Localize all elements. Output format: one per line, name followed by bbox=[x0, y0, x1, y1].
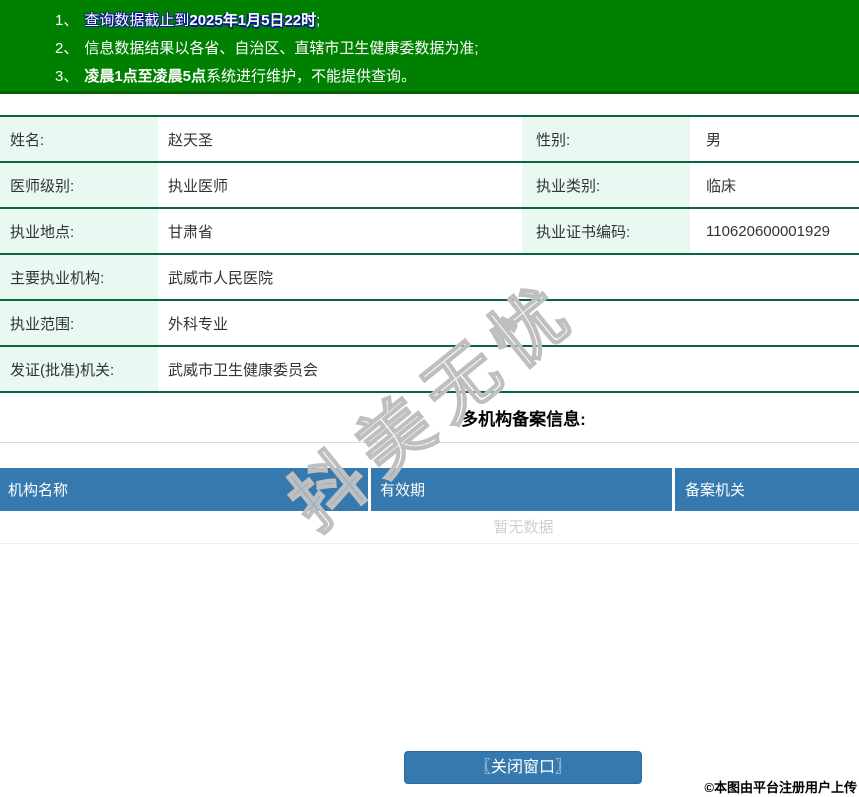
table-row-level-category: 医师级别: 执业医师 执业类别: 临床 bbox=[0, 163, 859, 209]
multi-institution-section-header: 多机构备案信息: bbox=[0, 393, 859, 443]
table-row-main-institution: 主要执业机构: 武威市人民医院 bbox=[0, 255, 859, 301]
field-label-gender: 性别: bbox=[522, 117, 690, 161]
notice-text: 信息数据结果以各省、自治区、直辖市卫生健康委数据为准; bbox=[84, 40, 479, 57]
field-value-main-institution: 武威市人民医院 bbox=[168, 269, 274, 287]
column-header-institution-name: 机构名称 bbox=[0, 468, 368, 511]
notice-text-tail: 系统进行维护，不能提供查询。 bbox=[206, 68, 417, 85]
table-row-name-gender: 姓名: 赵天圣 性别: 男 bbox=[0, 117, 859, 163]
field-value-name: 赵天圣 bbox=[168, 131, 214, 149]
copyright-stamp: ©本图由平台注册用户上传 bbox=[704, 780, 857, 795]
notice-cutoff-date: 2025年1月5日22时 bbox=[189, 12, 317, 29]
page-content: 1、 查询数据截止到2025年1月5日22时; 2、 信息数据结果以各省、自治区、直… bbox=[0, 0, 859, 544]
column-header-validity-period: 有效期 bbox=[371, 468, 672, 511]
column-header-filing-authority: 备案机关 bbox=[675, 468, 859, 511]
field-value-doctor-level: 执业医师 bbox=[168, 177, 229, 195]
field-value-certificate-number: 110620600001929 bbox=[706, 222, 831, 240]
field-value-practice-category: 临床 bbox=[706, 177, 737, 195]
records-table-header: 机构名称 有效期 备案机关 bbox=[0, 468, 859, 511]
notice-text-tail: ; bbox=[316, 12, 321, 29]
field-label-doctor-level: 医师级别: bbox=[0, 163, 158, 207]
table-row-location-certificate: 执业地点: 甘肃省 执业证书编码: 110620600001929 bbox=[0, 209, 859, 255]
field-value-practice-scope: 外科专业 bbox=[168, 315, 229, 333]
notice-line-2: 2、 信息数据结果以各省、自治区、直辖市卫生健康委数据为准; bbox=[55, 35, 859, 63]
notice-maintenance-hours: 凌晨1点至凌晨5点 bbox=[84, 68, 207, 85]
field-label-name: 姓名: bbox=[0, 117, 158, 161]
notice-line-3: 3、 凌晨1点至凌晨5点系统进行维护，不能提供查询。 bbox=[55, 63, 859, 91]
field-label-certificate-number: 执业证书编码: bbox=[522, 209, 690, 253]
section-title: 多机构备案信息: bbox=[461, 410, 586, 429]
table-row-practice-scope: 执业范围: 外科专业 bbox=[0, 301, 859, 347]
notice-banner: 1、 查询数据截止到2025年1月5日22时; 2、 信息数据结果以各省、自治区、直… bbox=[0, 0, 859, 94]
notice-number: 1、 bbox=[55, 12, 79, 29]
field-value-issuing-authority: 武威市卫生健康委员会 bbox=[168, 361, 319, 379]
notice-number: 2、 bbox=[55, 40, 79, 57]
field-label-practice-location: 执业地点: bbox=[0, 209, 158, 253]
close-window-button[interactable]: 〖关闭窗口〗 bbox=[404, 751, 642, 784]
field-value-practice-location: 甘肃省 bbox=[168, 223, 214, 241]
notice-text: 查询数据截止到 bbox=[84, 12, 190, 29]
field-label-practice-scope: 执业范围: bbox=[0, 301, 158, 345]
field-label-main-institution: 主要执业机构: bbox=[0, 255, 158, 299]
field-label-issuing-authority: 发证(批准)机关: bbox=[0, 347, 158, 391]
physician-info-table: 姓名: 赵天圣 性别: 男 医师级别: 执业医师 执业类别: 临床 执业地点: … bbox=[0, 115, 859, 393]
field-label-practice-category: 执业类别: bbox=[522, 163, 690, 207]
table-row-issuing-authority: 发证(批准)机关: 武威市卫生健康委员会 bbox=[0, 347, 859, 393]
notice-line-1: 1、 查询数据截止到2025年1月5日22时; bbox=[55, 7, 859, 35]
records-empty-state: 暂无数据 bbox=[0, 511, 859, 544]
notice-number: 3、 bbox=[55, 68, 79, 85]
field-value-gender: 男 bbox=[706, 131, 722, 149]
